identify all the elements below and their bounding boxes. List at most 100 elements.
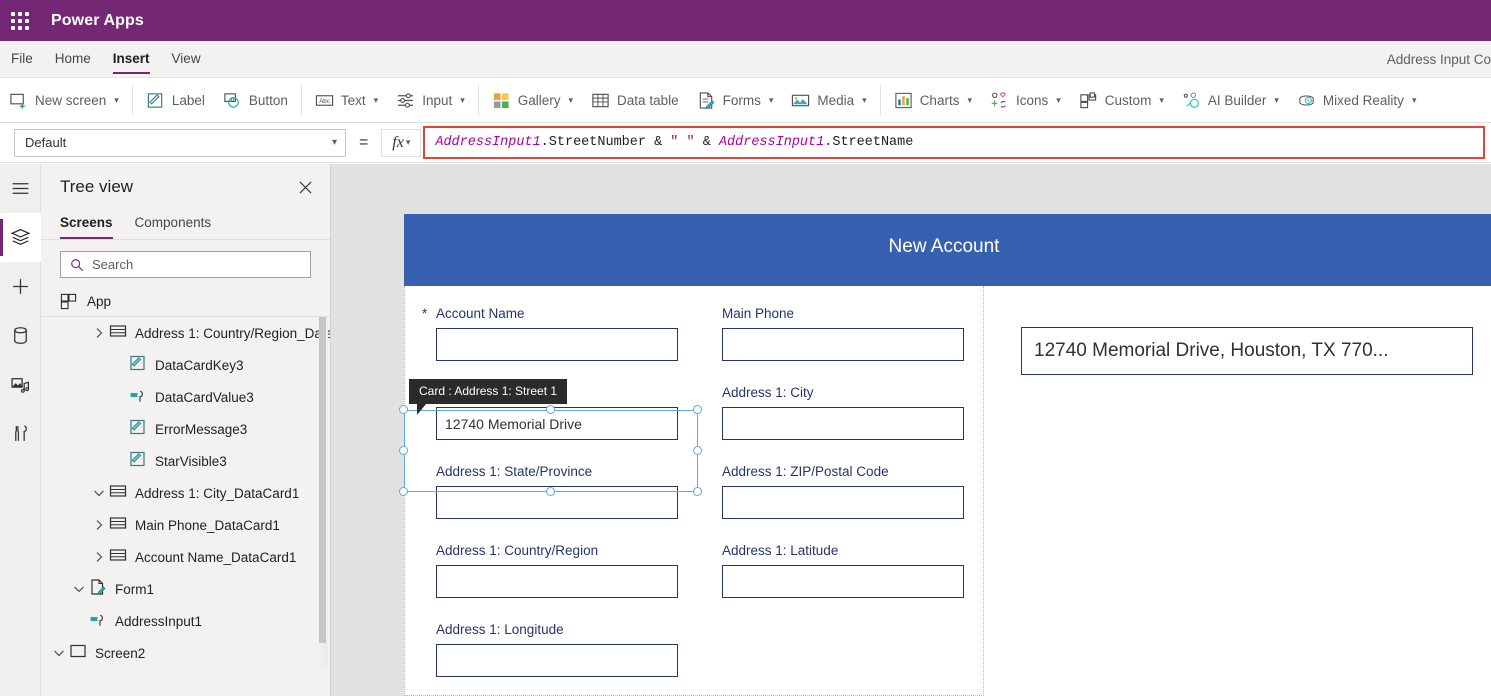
data-icon [13, 327, 27, 344]
tree-node[interactable]: Form1 [41, 573, 330, 605]
media-button[interactable] [0, 360, 41, 409]
new-screen-icon [10, 93, 25, 109]
ribbon-text-button[interactable]: Abc Text ▾ [306, 83, 387, 117]
tree-scrollbar-track[interactable] [319, 317, 328, 669]
form-field-input[interactable] [722, 328, 964, 361]
tree-view-title: Tree view [60, 177, 134, 196]
chevron-right-icon[interactable] [91, 325, 107, 341]
menu-item-file[interactable]: File [0, 41, 44, 77]
form-field-label: Main Phone [722, 306, 795, 321]
ribbon-divider [879, 85, 881, 115]
top-app-bar: Power Apps [0, 0, 1491, 41]
chevron-down-icon[interactable] [51, 645, 67, 661]
close-panel-button[interactable] [294, 176, 316, 198]
insert-ribbon: New screen ▾ Label Button Abc Text ▾ Inp… [0, 78, 1491, 123]
tree-node[interactable]: StarVisible3 [41, 445, 330, 477]
ribbon-forms-button[interactable]: Forms ▾ [688, 83, 783, 117]
tree-node[interactable]: DataCardKey3 [41, 349, 330, 381]
mixed-reality-icon [1299, 94, 1314, 106]
fx-button[interactable]: fx ▾ [381, 128, 422, 157]
chevron-down-icon[interactable] [91, 485, 107, 501]
ribbon-data-table-button[interactable]: Data table [582, 83, 688, 117]
form-field-input[interactable] [436, 486, 678, 519]
ribbon-input-button[interactable]: Input ▾ [387, 83, 474, 117]
ribbon-group-visuals: Charts ▾ Icons ▾ Custom ▾ AI Builder ▾ M… [885, 78, 1426, 122]
tree-node[interactable]: AddressInput1 [41, 605, 330, 637]
form-field-input[interactable] [722, 486, 964, 519]
tree-view-tabs: Screens Components [41, 210, 330, 240]
advanced-tools-button[interactable] [0, 409, 41, 458]
selection-handle-bottom-center[interactable] [546, 487, 555, 496]
chevron-down-icon: ▾ [862, 94, 867, 105]
form-field: Address 1: Country/Region [436, 543, 678, 598]
form-field: Address 1: Longitude [436, 622, 678, 677]
form-field-input[interactable] [436, 565, 678, 598]
address-input-control[interactable]: 12740 Memorial Drive, Houston, TX 770... [1021, 327, 1473, 375]
app-launcher-icon[interactable] [9, 10, 31, 32]
tree-node[interactable]: Account Name_DataCard1 [41, 541, 330, 573]
menu-item-home[interactable]: Home [44, 41, 102, 77]
tree-node-label: Address 1: City_DataCard1 [135, 485, 300, 501]
menu-item-view[interactable]: View [161, 41, 212, 77]
ribbon-label: Icons [1015, 92, 1049, 108]
selection-handle-middle-left[interactable] [399, 446, 408, 455]
input-icon [398, 92, 414, 108]
ribbon-charts-button[interactable]: Charts ▾ [885, 83, 981, 117]
chevron-down-icon: ▾ [405, 137, 411, 147]
tree-node-app[interactable]: App [41, 286, 330, 317]
chevron-right-icon[interactable] [91, 517, 107, 533]
chevron-placeholder [111, 357, 127, 373]
tree-node[interactable]: Address 1: Country/Region_DataCarc [41, 317, 330, 349]
tree-node[interactable]: Screen2 [41, 637, 330, 669]
chevron-right-icon[interactable] [91, 549, 107, 565]
ribbon-mixed-reality-button[interactable]: Mixed Reality ▾ [1288, 83, 1426, 117]
ribbon-media-button[interactable]: Media ▾ [782, 83, 875, 117]
insert-button[interactable] [0, 262, 41, 311]
chevron-down-icon[interactable] [71, 581, 87, 597]
form-field: * Account Name [422, 306, 678, 361]
form-field-input[interactable]: 12740 Memorial Drive [436, 407, 678, 440]
data-button[interactable] [0, 311, 41, 360]
tree-node[interactable]: Address 1: City_DataCard1 [41, 477, 330, 509]
hamburger-menu-button[interactable] [0, 164, 41, 213]
selection-handle-top-left[interactable] [399, 405, 408, 414]
selection-handle-top-right[interactable] [693, 405, 702, 414]
formula-input[interactable]: AddressInput1.StreetNumber & " " & Addre… [435, 135, 913, 150]
tree-node-label: StarVisible3 [155, 453, 227, 469]
form-field-input[interactable] [436, 328, 678, 361]
tree-search-input[interactable] [92, 257, 310, 272]
selection-handle-middle-right[interactable] [693, 446, 702, 455]
tree-view-button[interactable] [0, 213, 41, 262]
form-field-input[interactable] [722, 407, 964, 440]
tree-node-label: Main Phone_DataCard1 [135, 517, 280, 533]
ribbon-new-screen-button[interactable]: New screen ▾ [0, 83, 128, 117]
datacard-icon [109, 322, 127, 345]
selection-handle-bottom-right[interactable] [693, 487, 702, 496]
tree-node[interactable]: Main Phone_DataCard1 [41, 509, 330, 541]
ribbon-custom-button[interactable]: Custom ▾ [1070, 83, 1173, 117]
selection-handle-bottom-left[interactable] [399, 487, 408, 496]
ribbon-icons-button[interactable]: Icons ▾ [981, 83, 1070, 117]
input-control-icon [129, 386, 147, 409]
chevron-down-icon: ▾ [331, 137, 337, 148]
ribbon-label-button[interactable]: Label [137, 83, 214, 117]
ribbon-divider [477, 85, 479, 115]
property-select[interactable]: Default ▾ [14, 128, 346, 157]
tree-node[interactable]: DataCardValue3 [41, 381, 330, 413]
ribbon-divider [131, 85, 133, 115]
form-field-input[interactable] [722, 565, 964, 598]
text-icon: Abc [315, 94, 334, 106]
tab-screens[interactable]: Screens [60, 210, 113, 239]
selection-handle-top-center[interactable] [546, 405, 555, 414]
tree-scrollbar-thumb[interactable] [319, 317, 326, 643]
ribbon-ai-builder-button[interactable]: AI Builder ▾ [1173, 83, 1288, 117]
tree-search-box[interactable] [60, 251, 311, 278]
ribbon-gallery-button[interactable]: Gallery ▾ [483, 83, 582, 117]
ribbon-button-button[interactable]: Button [214, 83, 297, 117]
form-field-input[interactable] [436, 644, 678, 677]
input-control-icon [89, 610, 107, 633]
forms-icon [699, 91, 714, 109]
menu-item-insert[interactable]: Insert [102, 41, 161, 77]
tree-node[interactable]: ErrorMessage3 [41, 413, 330, 445]
tab-components[interactable]: Components [135, 210, 212, 239]
